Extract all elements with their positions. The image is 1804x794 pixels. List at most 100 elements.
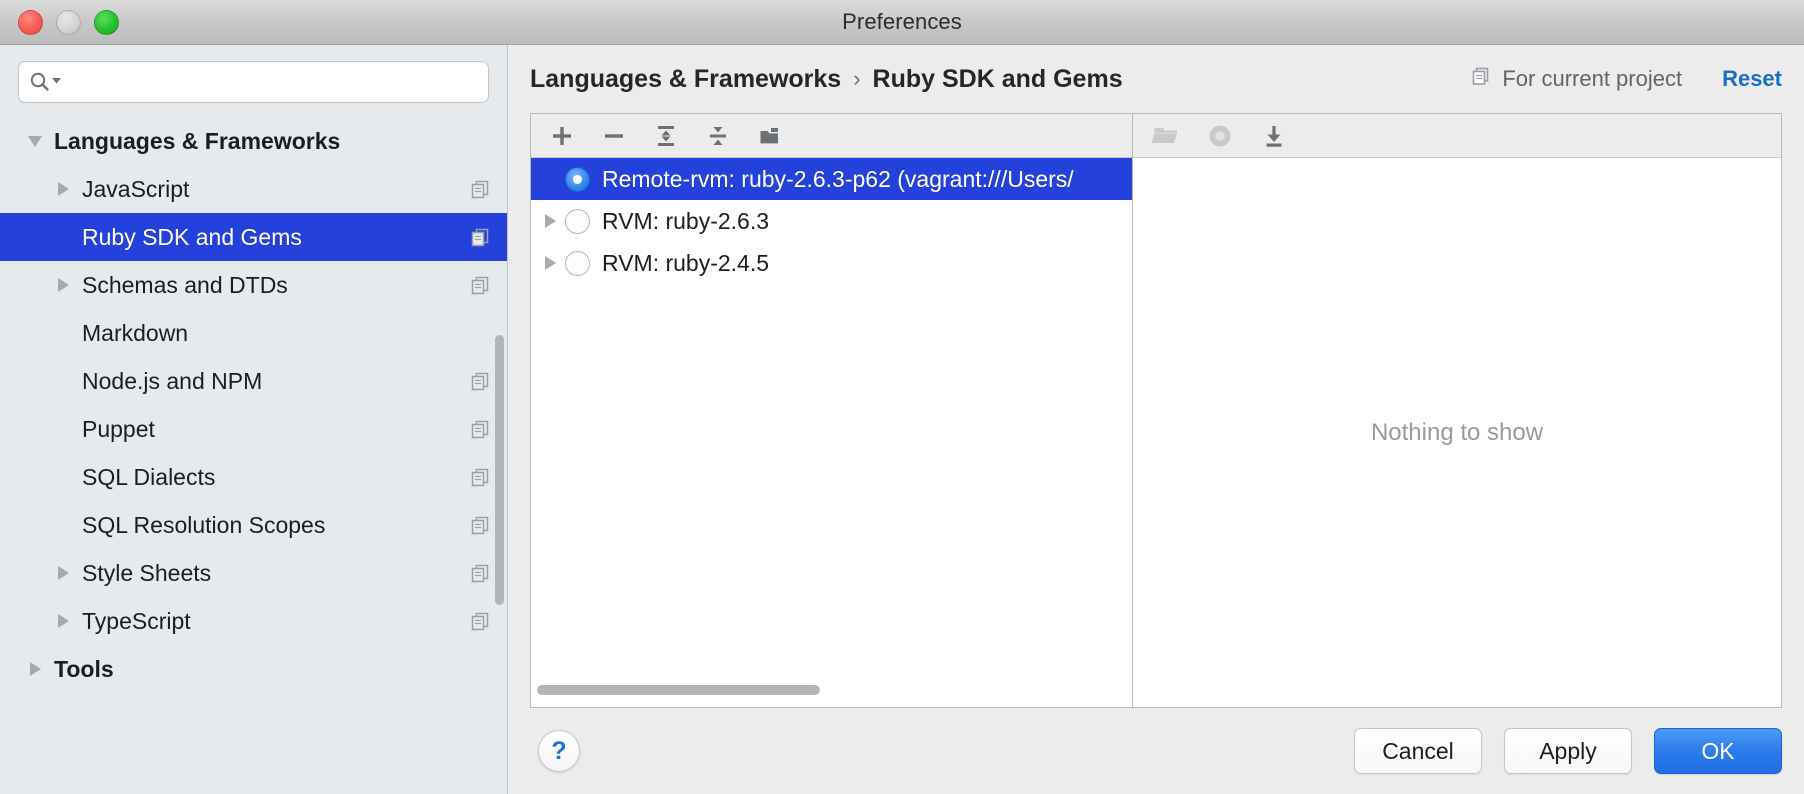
chevron-right-icon[interactable] [537, 256, 563, 270]
help-button[interactable]: ? [538, 730, 580, 772]
breadcrumb: Languages & Frameworks › Ruby SDK and Ge… [530, 65, 1123, 94]
sdk-list-item[interactable]: RVM: ruby-2.4.5 [531, 242, 1132, 284]
plus-icon [553, 126, 571, 145]
project-scope-icon [470, 179, 491, 200]
sidebar-item-markdown[interactable]: Markdown [0, 309, 507, 357]
tree-indent-spacer [52, 370, 74, 392]
sidebar-item-label: Puppet [82, 415, 155, 442]
chevron-right-icon[interactable] [24, 658, 46, 680]
sdk-list-item[interactable]: Remote-rvm: ruby-2.6.3-p62 (vagrant:///U… [531, 158, 1132, 200]
expand-all-button[interactable] [651, 121, 681, 151]
install-gem-button[interactable] [1259, 121, 1289, 151]
sdk-radio-button[interactable] [565, 208, 590, 234]
expand-all-icon [658, 125, 674, 146]
chevron-right-icon[interactable] [52, 562, 74, 584]
sidebar-item-sql-resolution-scopes[interactable]: SQL Resolution Scopes [0, 501, 507, 549]
sidebar-item-label: SQL Dialects [82, 463, 216, 490]
sidebar-item-label: Schemas and DTDs [82, 271, 288, 298]
for-current-project-label: For current project [1502, 66, 1683, 91]
sidebar-item-sql-dialects[interactable]: SQL Dialects [0, 453, 507, 501]
sidebar-item-style-sheets[interactable]: Style Sheets [0, 549, 507, 597]
sdk-radio-button[interactable] [565, 250, 590, 276]
sidebar-item-label: Markdown [82, 319, 189, 346]
project-scope-icon [470, 419, 491, 440]
sdk-panels: Remote-rvm: ruby-2.6.3-p62 (vagrant:///U… [530, 113, 1782, 708]
search-field[interactable] [18, 61, 489, 103]
empty-state-message: Nothing to show [1370, 418, 1544, 446]
sdk-list-item-label: RVM: ruby-2.4.5 [602, 249, 770, 276]
settings-tree[interactable]: Languages & Frameworks JavaScript Ruby SDK… [0, 115, 507, 794]
copy-sdk-button[interactable] [755, 121, 785, 151]
project-scope-icon [470, 563, 491, 584]
collapse-all-icon [710, 126, 726, 145]
gems-toolbar [1133, 114, 1781, 158]
collapse-all-button[interactable] [703, 121, 733, 151]
gems-empty-state: Nothing to show [1133, 158, 1781, 707]
sidebar-item-label: Node.js and NPM [82, 367, 263, 394]
sdk-list-item[interactable]: RVM: ruby-2.6.3 [531, 200, 1132, 242]
sdk-radio-button[interactable] [565, 166, 590, 192]
window-title: Preferences [842, 9, 962, 34]
sidebar-item-javascript[interactable]: JavaScript [0, 165, 507, 213]
chevron-right-icon[interactable] [52, 610, 74, 632]
breadcrumb-separator-icon: › [853, 66, 861, 91]
sidebar-item-label: Languages & Frameworks [54, 127, 341, 154]
sdk-list-item-label: RVM: ruby-2.6.3 [602, 207, 770, 234]
tree-indent-spacer [52, 466, 74, 488]
for-current-project[interactable]: For current project [1471, 66, 1682, 93]
sidebar-item-typescript[interactable]: TypeScript [0, 597, 507, 645]
cancel-button[interactable]: Cancel [1354, 728, 1482, 774]
search-dropdown-icon[interactable] [51, 73, 62, 91]
tree-indent-spacer [52, 322, 74, 344]
dialog-footer: ? Cancel Apply OK [508, 708, 1804, 794]
sdk-list[interactable]: Remote-rvm: ruby-2.6.3-p62 (vagrant:///U… [531, 158, 1132, 707]
sidebar-item-tools[interactable]: Tools [0, 645, 507, 693]
reset-link[interactable]: Reset [1722, 66, 1782, 92]
sidebar-item-label: Style Sheets [82, 559, 212, 586]
sidebar-item-label: Ruby SDK and Gems [82, 223, 302, 250]
search-icon [29, 71, 51, 93]
settings-sidebar: Languages & Frameworks JavaScript Ruby SDK… [0, 45, 508, 794]
search-input[interactable] [68, 71, 478, 93]
sdk-left-panel: Remote-rvm: ruby-2.6.3-p62 (vagrant:///U… [531, 114, 1133, 707]
sdk-list-hscrollbar-thumb[interactable] [537, 685, 820, 695]
add-sdk-button[interactable] [547, 121, 577, 151]
sdk-toolbar [531, 114, 1132, 158]
sidebar-item-label: SQL Resolution Scopes [82, 511, 326, 538]
minus-icon [605, 133, 623, 138]
sdk-list-hscrollbar[interactable] [537, 685, 1126, 695]
project-scope-icon [470, 515, 491, 536]
sidebar-item-label: Tools [54, 655, 114, 682]
chevron-right-icon[interactable] [52, 178, 74, 200]
chevron-down-icon[interactable] [24, 130, 46, 152]
tree-indent-spacer [52, 226, 74, 248]
apply-button[interactable]: Apply [1504, 728, 1632, 774]
settings-content: Languages & Frameworks › Ruby SDK and Ge… [508, 45, 1804, 794]
sdk-right-panel: Nothing to show [1133, 114, 1781, 707]
ok-button[interactable]: OK [1654, 728, 1782, 774]
search-container [0, 45, 507, 115]
folder-icon [1152, 127, 1177, 143]
sdk-list-item-label: Remote-rvm: ruby-2.6.3-p62 (vagrant:///U… [602, 165, 1074, 192]
window-titlebar: Preferences [0, 0, 1804, 45]
dialog-buttons: Cancel Apply OK [1354, 728, 1782, 774]
download-icon [1266, 125, 1282, 147]
sidebar-item-label: TypeScript [82, 607, 191, 634]
project-scope-icon [470, 275, 491, 296]
sidebar-item-ruby-sdk-and-gems[interactable]: Ruby SDK and Gems [0, 213, 507, 261]
sidebar-item-languages-frameworks[interactable]: Languages & Frameworks [0, 117, 507, 165]
tree-indent-spacer [52, 514, 74, 536]
gem-manager-button[interactable] [1205, 121, 1235, 151]
breadcrumb-item-root[interactable]: Languages & Frameworks [530, 65, 841, 94]
chevron-right-icon[interactable] [52, 274, 74, 296]
project-scope-icon [1471, 66, 1492, 93]
open-folder-button[interactable] [1151, 121, 1181, 151]
remove-sdk-button[interactable] [599, 121, 629, 151]
sidebar-item-puppet[interactable]: Puppet [0, 405, 507, 453]
sidebar-item-node-js-and-npm[interactable]: Node.js and NPM [0, 357, 507, 405]
chevron-right-icon[interactable] [537, 214, 563, 228]
sidebar-scrollbar[interactable] [495, 335, 504, 605]
tree-indent-spacer [52, 418, 74, 440]
copy-folder-icon [760, 127, 778, 143]
sidebar-item-schemas-and-dtds[interactable]: Schemas and DTDs [0, 261, 507, 309]
